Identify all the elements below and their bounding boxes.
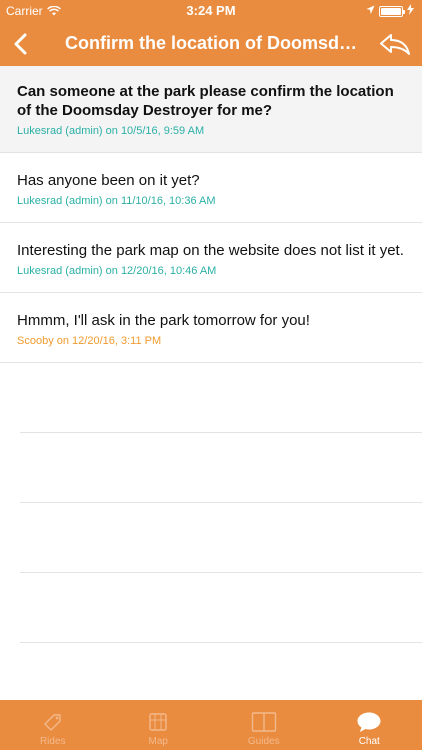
message-meta: Lukesrad (admin) on 11/10/16, 10:36 AM <box>17 195 216 207</box>
message-list[interactable]: Can someone at the park please confirm t… <box>0 66 422 700</box>
empty-row <box>20 503 422 573</box>
status-bar: Carrier 3:24 PM <box>0 0 422 22</box>
book-icon <box>251 712 276 732</box>
message-item[interactable]: Can someone at the park please confirm t… <box>0 66 422 153</box>
tab-label: Guides <box>247 736 280 747</box>
message-text: Hmmm, I'll ask in the park tomorrow for … <box>17 312 310 329</box>
tab-label: Map <box>148 736 168 747</box>
tab-label: Chat <box>358 736 380 747</box>
message-item[interactable]: Interesting the park map on the website … <box>0 223 422 293</box>
message-text: Interesting the park map on the website … <box>17 242 404 259</box>
tab-bar: Rides Map Guides Chat <box>0 700 422 750</box>
tab-rides[interactable]: Rides <box>0 700 106 750</box>
chat-bubble-icon <box>357 712 381 732</box>
message-meta: Lukesrad (admin) on 12/20/16, 10:46 AM <box>17 265 217 277</box>
location-arrow-icon <box>366 4 375 18</box>
map-icon <box>149 713 167 731</box>
empty-row <box>20 363 422 433</box>
message-text: Has anyone been on it yet? <box>17 172 200 189</box>
message-meta: Scooby on 12/20/16, 3:11 PM <box>17 335 162 347</box>
top-bar: Carrier 3:24 PM Confirm the location of … <box>0 0 422 66</box>
message-item[interactable]: Has anyone been on it yet? Lukesrad (adm… <box>0 153 422 223</box>
empty-row <box>20 643 422 700</box>
message-item[interactable]: Hmmm, I'll ask in the park tomorrow for … <box>0 293 422 363</box>
status-time: 3:24 PM <box>186 3 236 18</box>
reply-button[interactable] <box>378 30 412 58</box>
back-button[interactable] <box>8 30 36 58</box>
message-text: Can someone at the park please confirm t… <box>17 83 394 119</box>
tab-map[interactable]: Map <box>106 700 212 750</box>
reply-icon <box>380 34 410 55</box>
battery-icon <box>379 5 405 17</box>
navigation-bar: Confirm the location of Doomsday Destroy… <box>0 22 422 66</box>
tab-guides[interactable]: Guides <box>211 700 317 750</box>
tab-chat[interactable]: Chat <box>317 700 422 750</box>
empty-row <box>20 433 422 503</box>
charging-icon <box>407 4 414 18</box>
message-meta: Lukesrad (admin) on 10/5/16, 9:59 AM <box>17 125 205 137</box>
empty-row <box>20 573 422 643</box>
chevron-left-icon <box>14 33 27 55</box>
tab-label: Rides <box>39 736 66 747</box>
tag-icon <box>44 714 61 731</box>
page-title: Confirm the location of Doomsday Destroy… <box>65 33 365 53</box>
